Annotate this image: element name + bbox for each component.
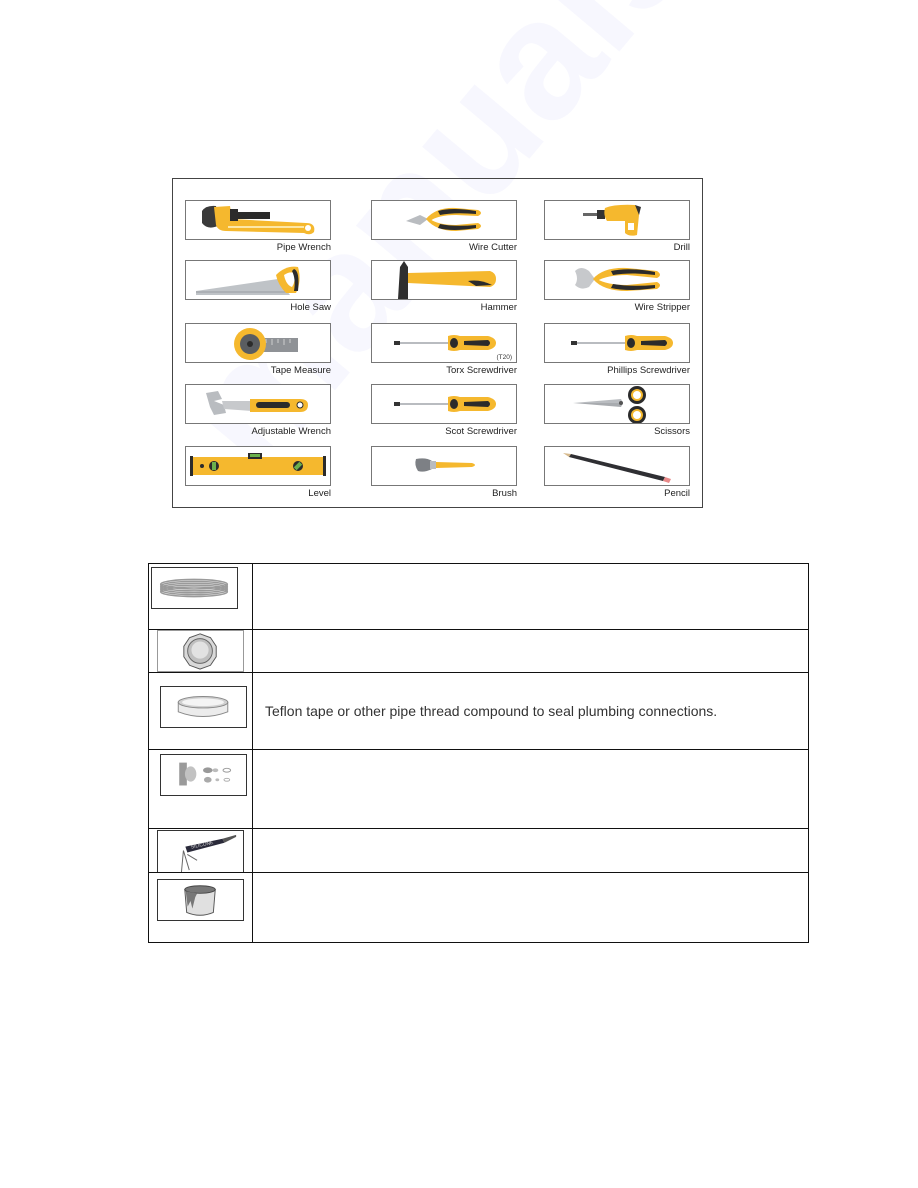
torx-size-label: (T20): [496, 354, 512, 361]
supply-image-cell: SILICONE: [148, 828, 253, 873]
tool-label: Scissors: [654, 426, 690, 437]
tool-label: Tape Measure: [270, 365, 331, 376]
table-row: [148, 629, 809, 673]
tool-image-frame: [544, 323, 690, 363]
supply-image-frame: [157, 630, 244, 672]
tool-image-frame: [544, 260, 690, 300]
tape-measure-icon: [234, 328, 298, 360]
torx-screwdriver-icon: [394, 335, 496, 351]
slotted-screwdriver-icon: [394, 396, 496, 412]
tool-label: Pipe Wrench: [276, 242, 331, 253]
table-row: [148, 749, 809, 829]
tool-label: Torx Screwdriver: [446, 365, 517, 376]
table-row: Teflon tape or other pipe thread compoun…: [148, 672, 809, 750]
tool-label: Hammer: [480, 302, 517, 313]
brush-icon: [415, 458, 475, 472]
compression-nut-icon: [183, 633, 217, 670]
tool-image-frame: [371, 200, 517, 240]
tool-image-frame: [185, 384, 331, 424]
tool-pipe-wrench: Pipe Wrench: [185, 200, 331, 253]
tool-wire-cutter: Wire Cutter: [371, 200, 517, 253]
pipe-wrench-icon: [202, 205, 315, 235]
supply-image-frame: [160, 754, 247, 796]
tool-label: Pencil: [664, 488, 690, 499]
paint-can-icon: [184, 885, 216, 916]
coiled-tubing-icon: [159, 578, 229, 598]
tool-pencil: Pencil: [544, 446, 690, 499]
tool-image-frame: [185, 200, 331, 240]
supply-image-cell: [148, 563, 253, 630]
supply-image-cell: [148, 749, 253, 829]
hand-saw-icon: [196, 266, 300, 295]
pencil-icon: [563, 453, 671, 483]
tool-image-frame: [185, 260, 331, 300]
tool-image-frame: [185, 323, 331, 363]
supply-description: Teflon tape or other pipe thread compoun…: [252, 672, 809, 750]
tool-tape-measure: Tape Measure: [185, 323, 331, 376]
supply-description: [252, 828, 809, 873]
tool-wire-stripper: Wire Stripper: [544, 260, 690, 313]
wire-cutter-icon: [406, 207, 481, 231]
tool-drill: Drill: [544, 200, 690, 253]
fittings-hardware-icon: [179, 762, 232, 786]
tool-scot-screwdriver: Scot Screwdriver: [371, 384, 517, 437]
supply-image-frame: SILICONE: [157, 830, 244, 872]
tool-label: Wire Stripper: [634, 302, 690, 313]
tool-phillips-screwdriver: Phillips Screwdriver: [544, 323, 690, 376]
supply-image-cell: [148, 872, 253, 943]
tool-scissors: Scissors: [544, 384, 690, 437]
supply-image-frame: [151, 567, 238, 609]
supply-image-frame: [160, 686, 247, 728]
tool-image-frame: (T20): [371, 323, 517, 363]
supply-image-cell: [148, 629, 253, 673]
level-icon: [190, 453, 326, 476]
supply-description: [252, 563, 809, 630]
tool-hole-saw: Hole Saw: [185, 260, 331, 313]
tool-level: Level: [185, 446, 331, 499]
table-row: [148, 872, 809, 943]
tool-image-frame: [544, 200, 690, 240]
supply-description: [252, 872, 809, 943]
tool-image-frame: [371, 446, 517, 486]
tool-torx-screwdriver: (T20) Torx Screwdriver: [371, 323, 517, 376]
tool-label: Brush: [492, 488, 517, 499]
hammer-icon: [398, 261, 496, 299]
phillips-screwdriver-icon: [571, 335, 673, 351]
tool-hammer: Hammer: [371, 260, 517, 313]
tool-label: Adjustable Wrench: [251, 426, 331, 437]
adjustable-wrench-icon: [206, 391, 308, 415]
scissors-icon: [573, 386, 646, 423]
tools-panel: Pipe Wrench Wire Cutter Drill Hole Saw H…: [172, 178, 703, 508]
tool-image-frame: [371, 384, 517, 424]
tool-label: Wire Cutter: [468, 242, 517, 253]
drill-icon: [583, 204, 641, 236]
supply-image-cell: [148, 672, 253, 750]
caulk-tube-label: SILICONE: [190, 840, 214, 851]
tool-label: Level: [308, 488, 331, 499]
supply-description: [252, 629, 809, 673]
tool-image-frame: [185, 446, 331, 486]
wire-stripper-icon: [575, 267, 660, 291]
tool-label: Scot Screwdriver: [445, 426, 517, 437]
tool-image-frame: [544, 384, 690, 424]
tool-brush: Brush: [371, 446, 517, 499]
supply-image-frame: [157, 879, 244, 921]
supply-description: [252, 749, 809, 829]
tool-image-frame: [544, 446, 690, 486]
tool-label: Phillips Screwdriver: [607, 365, 690, 376]
tool-label: Drill: [673, 242, 690, 253]
teflon-tape-icon: [177, 696, 229, 717]
table-row: SILICONE: [148, 828, 809, 873]
tool-adjustable-wrench: Adjustable Wrench: [185, 384, 331, 437]
caulk-gun-icon: SILICONE: [180, 834, 237, 872]
supplies-table: Teflon tape or other pipe thread compoun…: [148, 563, 809, 943]
table-row: [148, 563, 809, 630]
tool-image-frame: [371, 260, 517, 300]
tool-label: Hole Saw: [290, 302, 331, 313]
